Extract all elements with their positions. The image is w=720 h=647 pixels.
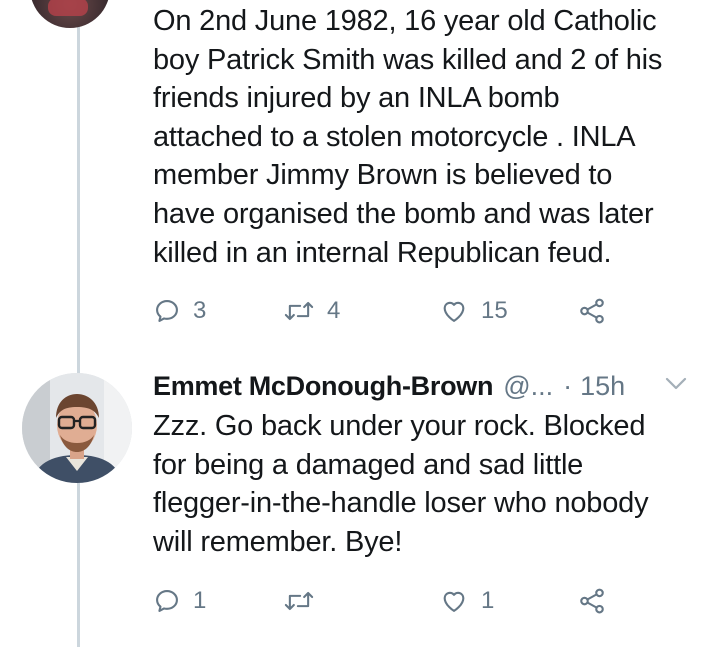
like-button[interactable]: 1 xyxy=(439,581,494,621)
retweet-icon xyxy=(284,301,314,321)
tweet-text-line: flegger-in-the-handle loser who nobody xyxy=(153,487,649,520)
tweet-text-line: have organised the bomb and was later xyxy=(153,197,654,230)
thread-line xyxy=(77,0,80,647)
avatar[interactable] xyxy=(22,373,132,483)
reply-button[interactable]: 1 xyxy=(153,581,206,621)
user-handle[interactable]: @... xyxy=(503,371,553,402)
share-button[interactable] xyxy=(577,581,607,621)
tweet-text-line: boy Patrick Smith was killed and 2 of hi… xyxy=(153,43,663,76)
reply-button[interactable]: 3 xyxy=(153,291,206,331)
tweet-text-line: Zzz. Go back under your rock. Blocked xyxy=(153,410,646,442)
tweet-text: Zzz. Go back under your rock. Blocked fo… xyxy=(153,407,698,561)
tweet-text-line: attached to a stolen motorcycle . INLA xyxy=(153,120,636,153)
tweet-text-line: On 2nd June 1982, 16 year old Catholic xyxy=(153,5,657,37)
reply-icon xyxy=(156,590,178,612)
separator: · xyxy=(563,370,573,401)
like-icon xyxy=(443,301,465,322)
retweet-button[interactable] xyxy=(283,581,327,621)
tweet-actions: 1 1 xyxy=(153,581,673,621)
like-icon xyxy=(443,591,465,612)
like-count: 15 xyxy=(481,297,508,324)
reply-count: 3 xyxy=(193,297,207,324)
reply-icon xyxy=(156,300,178,322)
display-name[interactable]: Emmet McDonough-Brown xyxy=(153,371,493,402)
share-icon xyxy=(580,588,604,614)
retweet-button[interactable]: 4 xyxy=(283,291,340,331)
like-count: 1 xyxy=(481,587,495,614)
share-icon xyxy=(580,298,604,324)
retweet-count: 4 xyxy=(327,297,341,324)
tweet-text-line: member Jimmy Brown is believed to xyxy=(153,159,613,192)
retweet-icon xyxy=(284,591,314,611)
like-button[interactable]: 15 xyxy=(439,291,508,331)
tweet-text-line: friends injured by an INLA bomb xyxy=(153,82,560,115)
timestamp[interactable]: 15h xyxy=(580,371,625,402)
tweet-text: On 2nd June 1982, 16 year old Catholic b… xyxy=(153,2,698,272)
avatar[interactable] xyxy=(30,0,110,28)
tweet-text-line: killed in an internal Republican feud. xyxy=(153,236,612,269)
tweet-header: Emmet McDonough-Brown @... · 15h xyxy=(153,366,713,406)
tweet-actions: 3 4 15 xyxy=(153,291,673,331)
chevron-down-icon[interactable] xyxy=(663,374,689,394)
reply-count: 1 xyxy=(193,587,207,614)
profile-photo xyxy=(22,373,132,483)
tweet-text-line: will remember. Bye! xyxy=(153,525,403,558)
tweet-text-line: for being a damaged and sad little xyxy=(153,448,584,481)
share-button[interactable] xyxy=(577,291,607,331)
